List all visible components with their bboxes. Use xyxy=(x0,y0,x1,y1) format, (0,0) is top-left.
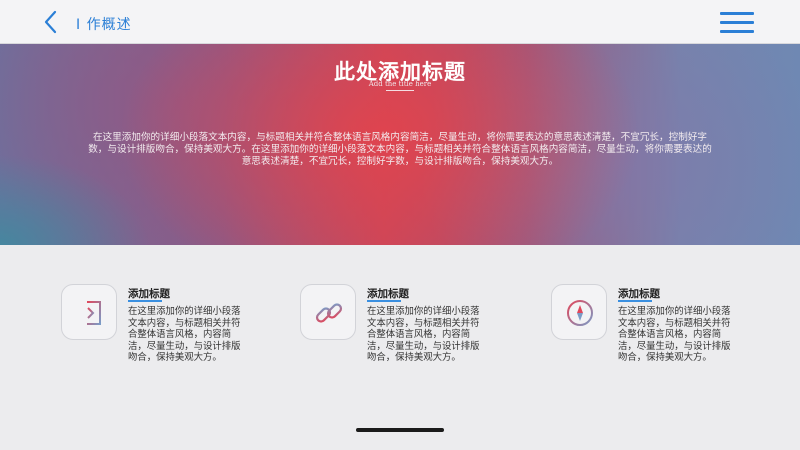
feature-underline-2 xyxy=(367,300,401,302)
feature-card-3: 添加标题 在这里添加你的详细小段落文本内容，与标题相关并符合整体语言风格，内容简… xyxy=(551,284,751,384)
top-nav-bar: I 作概述 xyxy=(0,0,800,44)
feature-underline-1 xyxy=(128,300,162,302)
nav-title: I 作概述 xyxy=(76,17,132,33)
back-button[interactable] xyxy=(38,8,66,36)
hero-divider xyxy=(386,90,414,91)
feature-title-2: 添加标题 xyxy=(367,288,409,300)
hero-banner: 此处添加标题 Add the title here 在这里添加你的详细小段落文本… xyxy=(0,44,800,245)
feature-text-1: 在这里添加你的详细小段落文本内容，与标题相关并符合整体语言风格，内容简洁，尽量生… xyxy=(128,306,241,363)
feature-title-3: 添加标题 xyxy=(618,288,660,300)
compass-icon xyxy=(567,300,593,326)
feature-text-3: 在这里添加你的详细小段落文本内容，与标题相关并符合整体语言风格，内容简洁，尽量生… xyxy=(618,306,731,363)
chevron-left-icon xyxy=(44,10,57,34)
menu-button[interactable] xyxy=(720,10,758,36)
hero-subtitle: Add the title here xyxy=(368,80,432,88)
home-indicator[interactable] xyxy=(356,428,444,432)
feature-underline-3 xyxy=(618,300,652,302)
link-icon xyxy=(315,303,343,323)
feature-card-2: 添加标题 在这里添加你的详细小段落文本内容，与标题相关并符合整体语言风格，内容简… xyxy=(300,284,500,384)
hamburger-menu-icon xyxy=(720,12,754,15)
feature-icon-button-3[interactable] xyxy=(551,284,607,340)
feature-title-1: 添加标题 xyxy=(128,288,170,300)
feature-text-2: 在这里添加你的详细小段落文本内容，与标题相关并符合整体语言风格，内容简洁，尽量生… xyxy=(367,306,480,363)
hero-paragraph: 在这里添加你的详细小段落文本内容，与标题相关并符合整体语言风格内容简洁，尽量生动… xyxy=(88,132,712,167)
feature-icon-button-1[interactable] xyxy=(61,284,117,340)
feature-card-1: 添加标题 在这里添加你的详细小段落文本内容，与标题相关并符合整体语言风格，内容简… xyxy=(61,284,261,384)
sign-in-icon xyxy=(78,301,101,325)
feature-icon-button-2[interactable] xyxy=(300,284,356,340)
